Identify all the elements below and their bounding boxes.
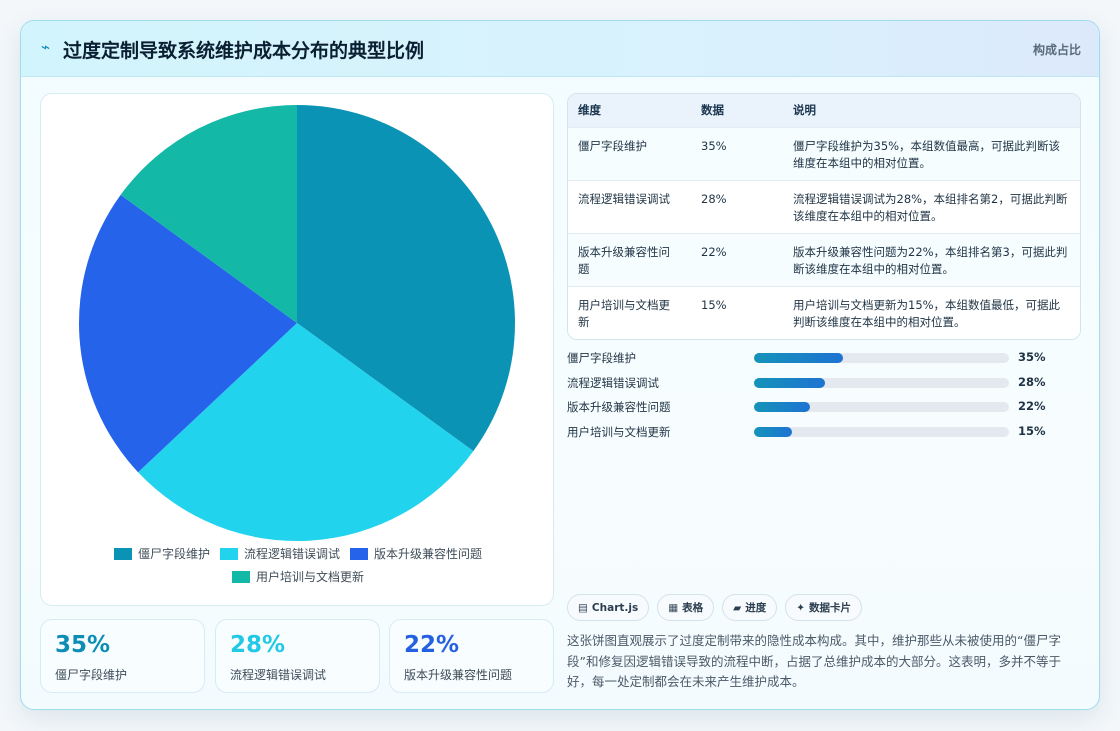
- table-row: 僵尸字段维护 35% 僵尸字段维护为35%，本组数值最高，可据此判断该维度在本组…: [568, 127, 1080, 180]
- chip-label: 表格: [682, 602, 704, 614]
- progress-fill: [754, 426, 793, 437]
- pie-chart-panel: 僵尸字段维护 流程逻辑错误调试 版本升级兼容性问题 用户培训与文档更新: [40, 93, 554, 606]
- progress-row: 版本升级兼容性问题 22%: [567, 398, 1067, 423]
- chip-chartjs[interactable]: ▤ Chart.js: [567, 594, 650, 621]
- table-header-row: 维度 数据 说明: [568, 94, 1080, 127]
- page-title: 过度定制导致系统维护成本分布的典型比例: [63, 40, 425, 62]
- progress-percent: 35%: [1018, 350, 1046, 364]
- table-cell-dimension: 用户培训与文档更新: [578, 297, 670, 329]
- sparkle-icon: ✦: [796, 601, 806, 614]
- table-cell-dimension: 流程逻辑错误调试: [578, 191, 670, 206]
- progress-percent: 15%: [1018, 423, 1046, 438]
- table-header-cell: 维度: [578, 103, 601, 118]
- legend-label: 僵尸字段维护: [137, 547, 210, 561]
- legend-swatch: [350, 547, 368, 560]
- progress-label: 版本升级兼容性问题: [567, 400, 671, 414]
- progress-label: 用户培训与文档更新: [567, 424, 671, 439]
- table-cell-value: 15%: [701, 297, 727, 312]
- table-cell-note: 僵尸字段维护为35%，本组数值最高，可据此判断该维度在本组中的相对位置。: [793, 138, 1061, 170]
- bolt-icon: ⌁: [41, 38, 51, 56]
- legend-label: 流程逻辑错误调试: [243, 547, 340, 561]
- progress-row: 流程逻辑错误调试 28%: [567, 374, 1067, 399]
- table-row: 流程逻辑错误调试 28% 流程逻辑错误调试为28%，本组排名第2，可据此判断该维…: [568, 180, 1080, 233]
- stat-value: 22%: [404, 632, 460, 658]
- chip-data-card[interactable]: ✦ 数据卡片: [785, 594, 863, 621]
- progress-row: 用户培训与文档更新 15%: [567, 423, 1067, 448]
- chart-card: ⌁ 过度定制导致系统维护成本分布的典型比例 构成占比 僵尸字段维护 流程逻辑错误调…: [20, 20, 1100, 710]
- legend-swatch: [113, 547, 132, 560]
- stat-value: 28%: [230, 632, 286, 658]
- table-row: 版本升级兼容性问题 22% 版本升级兼容性问题为22%，本组排名第3，可据此判断…: [568, 233, 1080, 286]
- feature-chips: ▤ Chart.js ▦ 表格 ▰ 进度 ✦ 数据卡片: [567, 594, 863, 621]
- pie-chart: [78, 105, 515, 541]
- table-cell-note: 版本升级兼容性问题为22%，本组排名第3，可据此判断该维度在本组中的相对位置。: [793, 244, 1068, 276]
- legend-label: 版本升级兼容性问题: [374, 547, 483, 561]
- table-cell-value: 35%: [701, 138, 727, 153]
- stat-card: 35% 僵尸字段维护: [40, 619, 205, 693]
- table-cell-dimension: 僵尸字段维护: [578, 138, 647, 153]
- stat-label: 流程逻辑错误调试: [230, 668, 327, 682]
- progress-fill: [754, 353, 844, 363]
- table-header-cell: 说明: [793, 103, 816, 118]
- legend-swatch: [219, 547, 238, 560]
- progress-percent: 22%: [1018, 399, 1046, 413]
- chip-label: 进度: [745, 602, 767, 614]
- legend-swatch: [231, 570, 250, 583]
- legend-item[interactable]: 流程逻辑错误调试: [219, 546, 340, 561]
- progress-track: [754, 377, 1009, 388]
- header-tag: 构成占比: [1032, 43, 1081, 57]
- chart-description: 这张饼图直观展示了过度定制带来的隐性成本构成。其中，维护那些从未被使用的“僵尸字…: [567, 633, 1061, 689]
- chip-label: Chart.js: [591, 601, 639, 614]
- chart-icon: ▤: [578, 601, 588, 614]
- legend-item[interactable]: 版本升级兼容性问题: [350, 546, 482, 561]
- stat-cards: 35% 僵尸字段维护 28% 流程逻辑错误调试 22% 版本升级兼容性问题: [40, 619, 554, 693]
- table-icon: ▦: [668, 601, 679, 614]
- data-table: 维度 数据 说明 僵尸字段维护 35% 僵尸字段维护为35%，本组数值最高，可据…: [567, 93, 1081, 340]
- progress-list: 僵尸字段维护 35% 流程逻辑错误调试 28% 版本升级兼容性问题 22% 用户…: [567, 349, 1067, 447]
- progress-label: 僵尸字段维护: [567, 351, 636, 365]
- progress-percent: 28%: [1018, 374, 1046, 389]
- progress-icon: ▰: [733, 601, 742, 614]
- chip-progress[interactable]: ▰ 进度: [722, 594, 778, 621]
- stat-label: 僵尸字段维护: [55, 668, 128, 682]
- progress-track: [754, 426, 1009, 437]
- stat-value: 35%: [55, 632, 111, 658]
- progress-row: 僵尸字段维护 35%: [567, 349, 1067, 374]
- legend-label: 用户培训与文档更新: [255, 570, 364, 584]
- legend-item[interactable]: 僵尸字段维护: [113, 546, 210, 561]
- legend-item[interactable]: 用户培训与文档更新: [231, 569, 364, 584]
- progress-track: [754, 353, 1009, 363]
- chip-label: 数据卡片: [809, 602, 852, 614]
- stat-label: 版本升级兼容性问题: [404, 668, 513, 682]
- table-row: 用户培训与文档更新 15% 用户培训与文档更新为15%，本组数值最低，可据此判断…: [568, 286, 1080, 339]
- table-cell-dimension: 版本升级兼容性问题: [578, 244, 670, 276]
- chart-legend: 僵尸字段维护 流程逻辑错误调试 版本升级兼容性问题 用户培训与文档更新: [41, 546, 555, 584]
- stat-card: 22% 版本升级兼容性问题: [389, 619, 554, 693]
- progress-fill: [754, 377, 826, 388]
- chip-table[interactable]: ▦ 表格: [657, 594, 715, 621]
- stat-card: 28% 流程逻辑错误调试: [215, 619, 380, 693]
- table-cell-note: 用户培训与文档更新为15%，本组数值最低，可据此判断该维度在本组中的相对位置。: [793, 297, 1061, 329]
- table-cell-value: 22%: [701, 244, 727, 259]
- table-cell-value: 28%: [701, 191, 727, 206]
- progress-label: 流程逻辑错误调试: [567, 375, 659, 390]
- card-header: ⌁ 过度定制导致系统维护成本分布的典型比例 构成占比: [21, 21, 1099, 77]
- progress-track: [754, 402, 1009, 412]
- table-cell-note: 流程逻辑错误调试为28%，本组排名第2，可据此判断该维度在本组中的相对位置。: [793, 191, 1068, 223]
- progress-fill: [754, 402, 811, 412]
- table-header-cell: 数据: [701, 103, 724, 118]
